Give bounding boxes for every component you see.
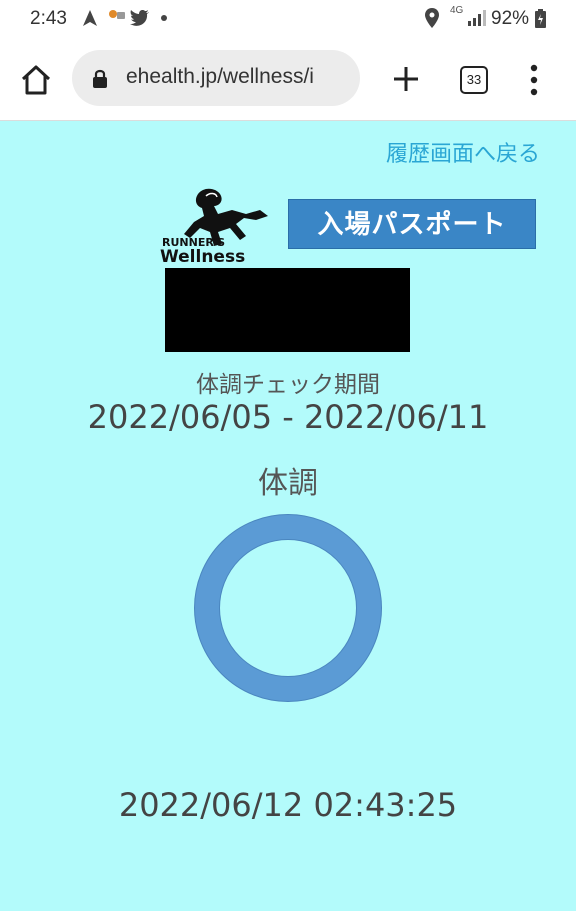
more-menu-icon[interactable] (524, 62, 544, 98)
back-to-history-link[interactable]: 履歴画面へ戻る (386, 136, 540, 168)
network-label: 4G (450, 5, 464, 16)
url-text[interactable]: ehealth.jp/wellness/i (126, 65, 314, 89)
battery-percent: 92% (491, 8, 530, 29)
home-icon[interactable] (18, 62, 54, 98)
new-tab-icon[interactable] (390, 63, 422, 95)
signal-icon (468, 10, 486, 26)
status-bar: 2:43 4G 92% (0, 0, 576, 38)
status-time: 2:43 (30, 8, 67, 29)
battery-icon (535, 9, 546, 28)
entry-passport-badge: 入場パスポート (288, 199, 536, 249)
browser-toolbar: ehealth.jp/wellness/i 33 (0, 38, 576, 121)
condition-label: 体調 (258, 466, 318, 501)
twitter-icon (130, 10, 149, 26)
lock-icon (93, 69, 107, 88)
logo-line2: Wellness (160, 247, 245, 266)
status-dot (161, 15, 167, 21)
current-timestamp: 2022/06/12 02:43:25 (118, 786, 458, 824)
notification-icon (109, 10, 125, 19)
runners-wellness-logo: RUNNER'S Wellness (160, 188, 268, 266)
check-period-range: 2022/06/05 - 2022/06/11 (87, 398, 489, 436)
tab-switcher-button[interactable]: 33 (460, 66, 488, 94)
navigation-icon (83, 10, 97, 26)
url-bar[interactable]: ehealth.jp/wellness/i (72, 50, 360, 106)
redacted-block (165, 268, 410, 352)
check-period-label: 体調チェック期間 (196, 372, 380, 398)
condition-circle-mark (194, 514, 382, 702)
location-icon (425, 8, 439, 28)
